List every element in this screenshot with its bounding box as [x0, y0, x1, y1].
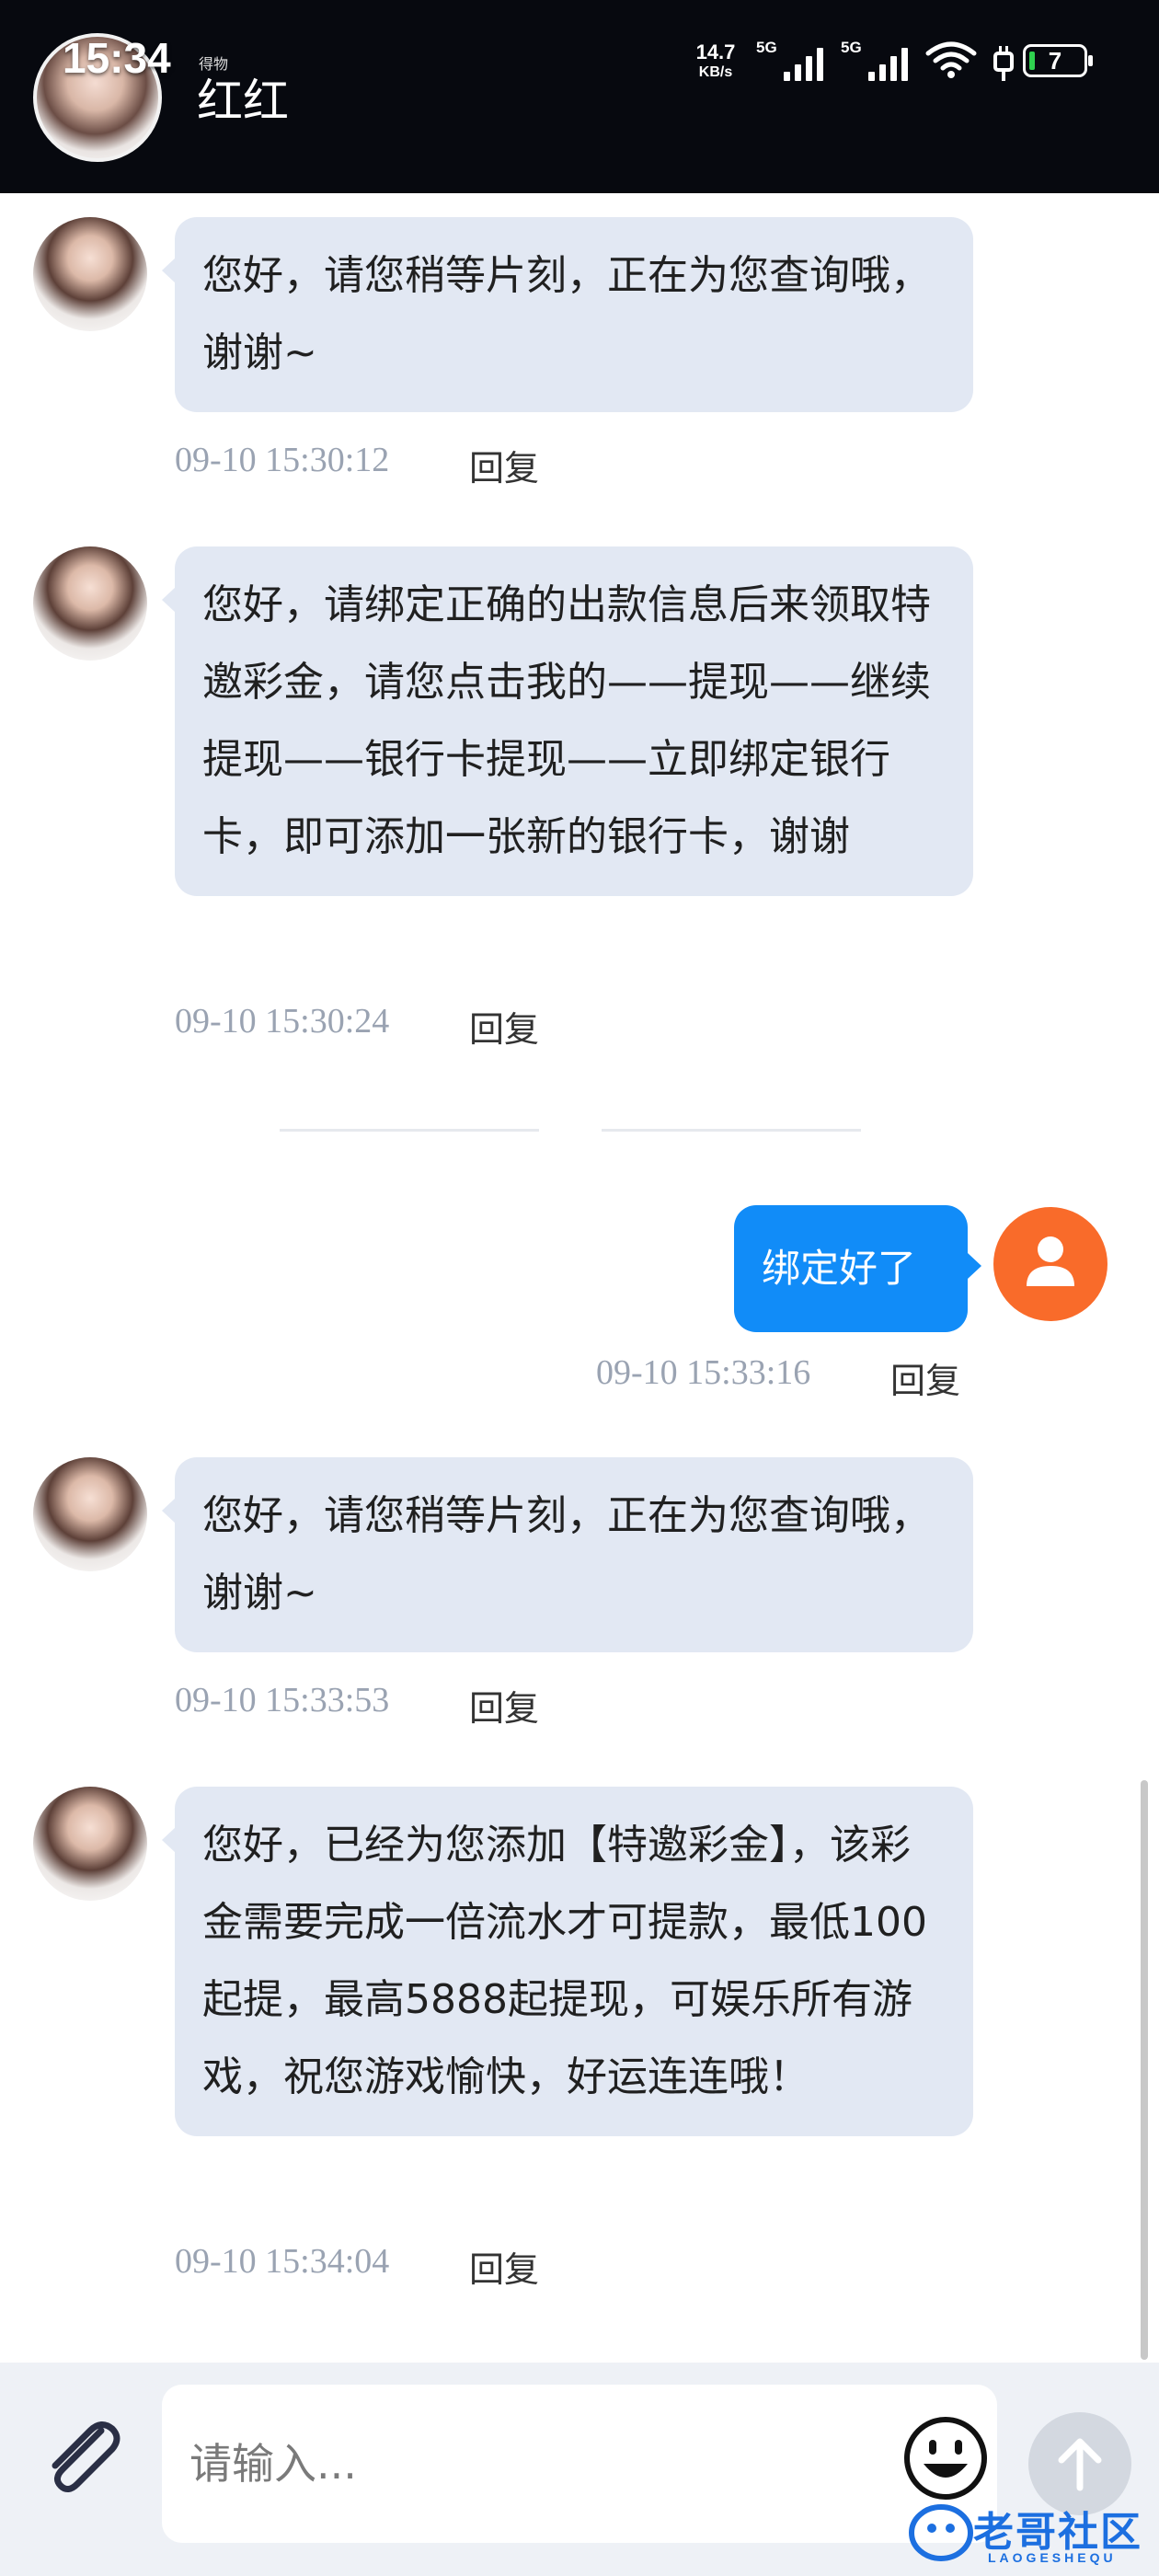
reply-button[interactable]: 回复: [469, 1680, 539, 1731]
watermark-logo: 老哥社区 LAOGESHEQU: [909, 2499, 1144, 2569]
wifi-icon: [925, 41, 977, 78]
message-time: 09-10 15:30:24: [175, 1002, 390, 1041]
watermark-subtext: LAOGESHEQU: [988, 2550, 1117, 2565]
watermark-text: 老哥社区: [973, 2509, 1142, 2556]
message-bubble[interactable]: 您好，请绑定正确的出款信息后来领取特邀彩金，请您点击我的——提现——继续提现——…: [162, 546, 973, 896]
emoji-icon[interactable]: [901, 2414, 990, 2502]
agent-avatar[interactable]: [33, 1457, 147, 1571]
signal-icon-sim2: 5G: [841, 39, 914, 81]
agent-avatar[interactable]: [33, 1787, 147, 1901]
reply-button[interactable]: 回复: [469, 1001, 539, 1052]
message-time: 09-10 15:30:12: [175, 441, 390, 479]
chat-scrollbar[interactable]: [1141, 1780, 1148, 2360]
outgoing-message-bubble[interactable]: 绑定好了: [734, 1205, 981, 1332]
user-icon: [1027, 1236, 1074, 1286]
network-speed-unit: KB/s: [698, 64, 733, 80]
signal-label: 5G: [756, 39, 777, 56]
paperclip-icon[interactable]: [35, 2410, 127, 2502]
reply-button[interactable]: 回复: [469, 2241, 539, 2292]
message-bubble[interactable]: 您好，请您稍等片刻，正在为您查询哦，谢谢~: [162, 217, 973, 412]
signal-icon-sim1: 5G: [756, 39, 830, 81]
divider: [280, 1129, 539, 1132]
watermark-icon: [909, 2504, 973, 2561]
message-bubble[interactable]: 您好，请您稍等片刻，正在为您查询哦，谢谢~: [162, 1457, 973, 1652]
reply-button[interactable]: 回复: [469, 440, 539, 490]
message-time: 09-10 15:34:04: [175, 2242, 390, 2281]
network-speed: 14.7 KB/s: [688, 42, 743, 83]
user-avatar[interactable]: [993, 1207, 1107, 1321]
message-input[interactable]: [162, 2385, 997, 2543]
contact-name: 红红: [197, 75, 289, 128]
agent-avatar[interactable]: [33, 546, 147, 661]
divider: [602, 1129, 861, 1132]
charging-icon: [993, 46, 1014, 81]
battery-icon: 7: [1023, 44, 1093, 77]
battery-level: 7: [1048, 47, 1062, 75]
reply-button[interactable]: 回复: [890, 1352, 960, 1403]
message-time: 09-10 15:33:16: [596, 1353, 811, 1392]
status-bar: 15:34 得物 红红 14.7 KB/s 5G 5G 7: [0, 0, 1159, 193]
agent-avatar[interactable]: [33, 217, 147, 331]
network-speed-value: 14.7: [695, 40, 736, 63]
status-time: 15:34: [63, 34, 171, 82]
message-bubble[interactable]: 您好，已经为您添加【特邀彩金】，该彩金需要完成一倍流水才可提款，最低100起提，…: [162, 1787, 973, 2136]
message-time: 09-10 15:33:53: [175, 1681, 390, 1719]
signal-label: 5G: [841, 39, 862, 56]
